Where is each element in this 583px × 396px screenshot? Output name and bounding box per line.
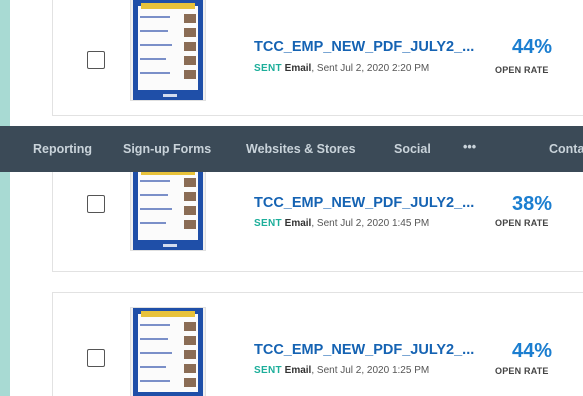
email-thumbnail[interactable] bbox=[130, 0, 206, 101]
open-rate-value: 38% bbox=[512, 193, 553, 215]
open-rate-label: OPEN RATE bbox=[495, 366, 549, 376]
email-thumbnail[interactable] bbox=[130, 307, 206, 396]
campaign-list: TCC_EMP_NEW_PDF_JULY2_... SENT Email, Se… bbox=[10, 0, 583, 396]
sent-date: , Sent Jul 2, 2020 1:45 PM bbox=[311, 218, 430, 229]
campaign-card[interactable]: TCC_EMP_NEW_PDF_JULY2_... SENT Email, Se… bbox=[52, 292, 583, 396]
open-rate-value: 44% bbox=[512, 36, 553, 58]
campaign-meta: SENT Email, Sent Jul 2, 2020 1:25 PM bbox=[254, 365, 429, 376]
campaign-title-link[interactable]: TCC_EMP_NEW_PDF_JULY2_... bbox=[254, 342, 474, 358]
sent-date: , Sent Jul 2, 2020 1:25 PM bbox=[311, 365, 430, 376]
campaign-meta: SENT Email, Sent Jul 2, 2020 1:45 PM bbox=[254, 218, 429, 229]
open-rate-label: OPEN RATE bbox=[495, 218, 549, 228]
nav-item-contacts[interactable]: Conta bbox=[549, 142, 583, 156]
status-badge: SENT bbox=[254, 63, 282, 74]
campaign-card[interactable]: TCC_EMP_NEW_PDF_JULY2_... SENT Email, Se… bbox=[52, 0, 583, 116]
campaign-type: Email bbox=[284, 365, 312, 376]
nav-item-signup-forms[interactable]: Sign-up Forms bbox=[123, 142, 211, 156]
main-nav-bar: Reporting Sign-up Forms Websites & Store… bbox=[0, 126, 583, 172]
campaign-title-link[interactable]: TCC_EMP_NEW_PDF_JULY2_... bbox=[254, 195, 474, 211]
campaign-type: Email bbox=[284, 218, 312, 229]
select-checkbox[interactable] bbox=[87, 349, 105, 367]
campaign-type: Email bbox=[284, 63, 312, 74]
status-badge: SENT bbox=[254, 365, 282, 376]
open-rate-value: 44% bbox=[512, 340, 553, 362]
status-badge: SENT bbox=[254, 218, 282, 229]
select-checkbox[interactable] bbox=[87, 195, 105, 213]
nav-item-websites-stores[interactable]: Websites & Stores bbox=[246, 142, 356, 156]
nav-item-reporting[interactable]: Reporting bbox=[33, 142, 92, 156]
open-rate-label: OPEN RATE bbox=[495, 65, 549, 75]
campaign-title-link[interactable]: TCC_EMP_NEW_PDF_JULY2_... bbox=[254, 39, 474, 55]
campaign-meta: SENT Email, Sent Jul 2, 2020 2:20 PM bbox=[254, 63, 429, 74]
sent-date: , Sent Jul 2, 2020 2:20 PM bbox=[311, 63, 430, 74]
more-icon[interactable]: ••• bbox=[463, 140, 476, 154]
select-checkbox[interactable] bbox=[87, 51, 105, 69]
nav-item-social[interactable]: Social bbox=[394, 142, 431, 156]
email-thumbnail[interactable] bbox=[130, 165, 206, 251]
